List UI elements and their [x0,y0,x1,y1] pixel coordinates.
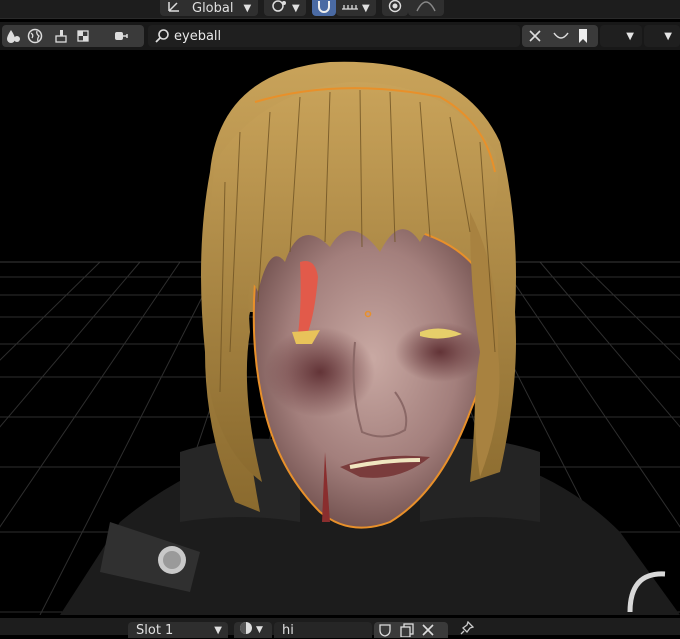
pin-icon [460,620,475,639]
texture-icon[interactable] [72,25,94,47]
material-actions [374,622,448,638]
snap-target-dropdown[interactable]: ▼ [336,0,376,16]
transform-orientation-label: Global [192,0,234,16]
filter-type-group [2,25,144,47]
chevron-down-icon: ▼ [256,625,263,635]
pivot-point-dropdown[interactable]: ▼ [264,0,306,16]
material-browse-button[interactable]: ▼ [234,622,272,638]
proportional-edit-toggle[interactable] [382,0,408,16]
material-sphere-icon [238,621,254,639]
search-field[interactable] [148,25,520,47]
curve-icon[interactable] [550,25,572,47]
material-slot-bar: Slot 1 ▼ ▼ hi [0,618,680,639]
transform-icon [166,0,184,17]
3d-viewport[interactable] [0,52,680,615]
chevron-down-icon: ▼ [664,30,672,42]
unlink-icon[interactable] [422,624,444,636]
viewport-header: Global ▼ ▼ ▼ [0,0,680,19]
options-dropdown[interactable]: ▼ [644,25,680,47]
chevron-down-icon: ▼ [626,30,634,42]
search-actions [522,25,598,47]
slot-label: Slot 1 [136,622,174,638]
proportional-edit-icon [388,0,402,17]
bookmark-icon[interactable] [572,25,594,47]
clear-search-icon[interactable] [524,25,546,47]
shader-icon[interactable] [110,25,132,47]
falloff-curve-icon [416,0,436,17]
asset-filter-bar: ▼ ▼ [0,22,680,50]
brush-icon[interactable] [50,25,72,47]
chevron-down-icon: ▼ [292,2,300,14]
snap-toggle[interactable] [312,0,336,16]
filter-dropdown[interactable]: ▼ [600,25,642,47]
slot-dropdown[interactable]: Slot 1 ▼ [128,622,228,638]
viewport-render [0,61,680,615]
transform-orientation-dropdown[interactable]: Global ▼ [160,0,258,16]
proportional-falloff-dropdown[interactable] [408,0,444,16]
chevron-down-icon: ▼ [362,2,370,14]
snap-increment-icon [340,0,360,17]
material-name: hi [282,622,294,638]
material-name-field[interactable]: hi [274,622,372,638]
search-icon [154,28,170,44]
snap-magnet-icon [316,0,332,17]
chevron-down-icon: ▼ [243,2,252,14]
search-input[interactable] [170,28,498,44]
pivot-icon [270,0,290,17]
pin-button[interactable] [454,620,480,639]
drop-icon[interactable] [2,25,24,47]
chevron-down-icon: ▼ [214,624,222,636]
world-icon[interactable] [24,25,46,47]
